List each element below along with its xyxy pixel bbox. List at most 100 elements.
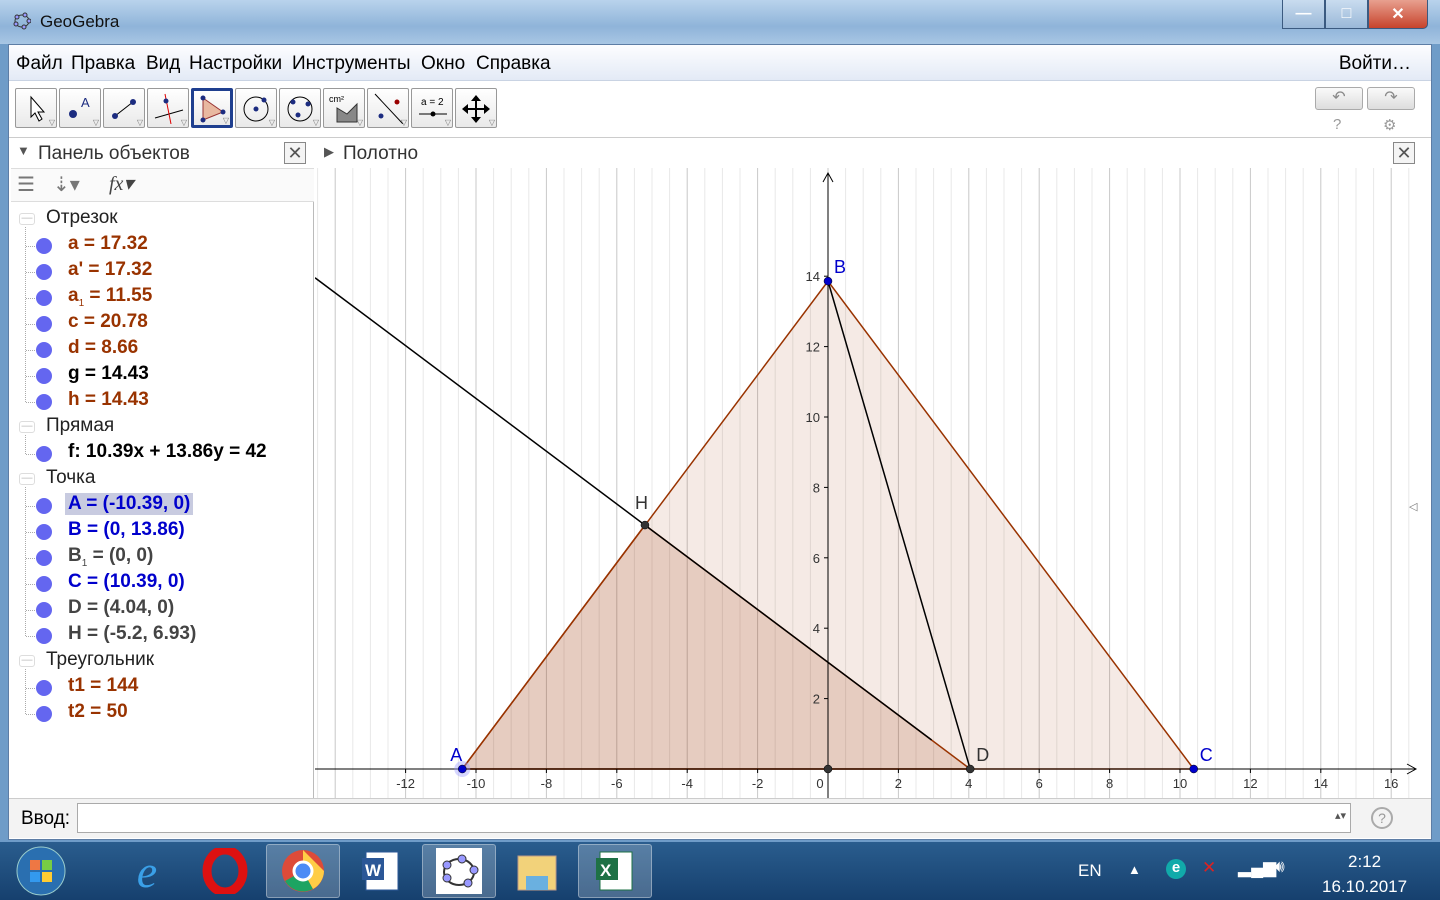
- undo-button[interactable]: ↶: [1315, 87, 1363, 110]
- history-arrows-icon[interactable]: ▴▾: [1335, 809, 1346, 822]
- visibility-toggle-icon[interactable]: [36, 264, 52, 280]
- tool-move-graphics[interactable]: ▽: [455, 88, 497, 128]
- collapse-minus-icon[interactable]: —: [19, 421, 35, 433]
- visibility-toggle-icon[interactable]: [36, 498, 52, 514]
- tool-circle-center[interactable]: ▽: [235, 88, 277, 128]
- object-definition[interactable]: d = 8.66: [65, 337, 141, 359]
- object-definition[interactable]: g = 14.43: [65, 363, 152, 385]
- tool-move[interactable]: ▽: [15, 88, 57, 128]
- taskbar-word[interactable]: W: [344, 844, 418, 898]
- point-B1[interactable]: [823, 764, 833, 774]
- clock-date[interactable]: 16.10.2017: [1322, 877, 1407, 897]
- visibility-toggle-icon[interactable]: [36, 368, 52, 384]
- group-header[interactable]: — Треугольник: [11, 649, 311, 675]
- minimize-button[interactable]: —: [1282, 0, 1325, 29]
- start-button[interactable]: [4, 844, 78, 898]
- collapse-minus-icon[interactable]: —: [19, 213, 35, 225]
- list-item[interactable]: B1 = (0, 0): [11, 545, 311, 571]
- list-item[interactable]: C = (10.39, 0): [11, 571, 311, 597]
- list-item[interactable]: A = (-10.39, 0): [11, 493, 311, 519]
- object-definition[interactable]: f: 10.39x + 13.86y = 42: [65, 441, 270, 463]
- tool-slider[interactable]: a = 2 ▽: [411, 88, 453, 128]
- list-item[interactable]: d = 8.66: [11, 337, 311, 363]
- login-link[interactable]: Войти…: [1339, 53, 1411, 75]
- graphics-canvas[interactable]: -12 -10 -8 -6 -4 -2 0 2 4 6 8 10 12 14 16 2 4 6 8 10 12 14 A B C…: [314, 140, 1419, 798]
- collapse-minus-icon[interactable]: —: [19, 655, 35, 667]
- algebra-close-button[interactable]: ✕: [284, 142, 306, 164]
- list-item[interactable]: a = 17.32: [11, 233, 311, 259]
- tool-perpendicular[interactable]: ▽: [147, 88, 189, 128]
- visibility-toggle-icon[interactable]: [36, 446, 52, 462]
- object-definition[interactable]: a' = 17.32: [65, 259, 155, 281]
- point-C[interactable]: [1189, 764, 1198, 774]
- object-definition[interactable]: B1 = (0, 0): [65, 545, 156, 569]
- taskbar-chrome[interactable]: [266, 844, 340, 898]
- list-item[interactable]: t2 = 50: [11, 701, 311, 727]
- list-item[interactable]: c = 20.78: [11, 311, 311, 337]
- visibility-toggle-icon[interactable]: [36, 602, 52, 618]
- collapse-minus-icon[interactable]: —: [19, 473, 35, 485]
- list-item[interactable]: t1 = 144: [11, 675, 311, 701]
- object-definition[interactable]: B = (0, 13.86): [65, 519, 188, 541]
- visibility-toggle-icon[interactable]: [36, 342, 52, 358]
- list-item[interactable]: D = (4.04, 0): [11, 597, 311, 623]
- menu-help[interactable]: Справка: [476, 53, 551, 75]
- help-icon[interactable]: ?: [1333, 116, 1341, 133]
- power-warning-icon[interactable]: ✕: [1202, 858, 1216, 878]
- object-definition[interactable]: D = (4.04, 0): [65, 597, 177, 619]
- tool-point[interactable]: A ▽: [59, 88, 101, 128]
- settings-gear-icon[interactable]: ⚙: [1383, 116, 1396, 134]
- input-help-icon[interactable]: ?: [1371, 807, 1393, 829]
- visibility-toggle-icon[interactable]: [36, 628, 52, 644]
- close-button[interactable]: ✕: [1368, 0, 1428, 29]
- object-definition[interactable]: h = 14.43: [65, 389, 152, 411]
- object-definition[interactable]: t1 = 144: [65, 675, 141, 697]
- tool-area[interactable]: cm² ▽: [323, 88, 365, 128]
- group-header[interactable]: — Точка: [11, 467, 311, 493]
- expand-triangle-icon[interactable]: ▶: [324, 144, 334, 160]
- maximize-button[interactable]: □: [1325, 0, 1368, 29]
- input-field[interactable]: [77, 803, 1351, 833]
- object-definition[interactable]: t2 = 50: [65, 701, 131, 723]
- visibility-toggle-icon[interactable]: [36, 394, 52, 410]
- list-item[interactable]: H = (-5.2, 6.93): [11, 623, 311, 649]
- visibility-toggle-icon[interactable]: [36, 524, 52, 540]
- taskbar-ie[interactable]: e: [110, 844, 184, 898]
- taskbar-geogebra[interactable]: [422, 844, 496, 898]
- point-H[interactable]: [640, 520, 650, 530]
- object-definition[interactable]: a = 17.32: [65, 233, 151, 255]
- tool-segment[interactable]: ▽: [103, 88, 145, 128]
- object-definition[interactable]: A = (-10.39, 0): [65, 493, 194, 515]
- show-hidden-icons[interactable]: ▲: [1128, 862, 1141, 877]
- tool-polygon[interactable]: ▽: [191, 88, 233, 128]
- taskbar-excel[interactable]: X: [578, 844, 652, 898]
- object-definition[interactable]: C = (10.39, 0): [65, 571, 188, 593]
- visibility-toggle-icon[interactable]: [36, 576, 52, 592]
- point-A[interactable]: [458, 764, 467, 774]
- group-header[interactable]: — Прямая: [11, 415, 311, 441]
- visibility-toggle-icon[interactable]: [36, 316, 52, 332]
- menu-window[interactable]: Окно: [421, 53, 465, 75]
- collapse-triangle-icon[interactable]: ▼: [17, 143, 30, 158]
- menu-file[interactable]: Файл: [16, 53, 63, 75]
- visibility-toggle-icon[interactable]: [36, 706, 52, 722]
- redo-button[interactable]: ↷: [1367, 87, 1415, 110]
- visibility-toggle-icon[interactable]: [36, 238, 52, 254]
- object-definition[interactable]: a1 = 11.55: [65, 285, 155, 309]
- toggle-auxiliary-icon[interactable]: ☰: [17, 172, 35, 197]
- visibility-toggle-icon[interactable]: [36, 550, 52, 566]
- visibility-toggle-icon[interactable]: [36, 680, 52, 696]
- list-item[interactable]: g = 14.43: [11, 363, 311, 389]
- antivirus-icon[interactable]: e: [1166, 859, 1186, 879]
- visibility-toggle-icon[interactable]: [36, 290, 52, 306]
- object-definition[interactable]: H = (-5.2, 6.93): [65, 623, 199, 645]
- taskbar-explorer[interactable]: [500, 844, 574, 898]
- sort-by-icon[interactable]: ⇣▾: [53, 172, 80, 197]
- clock-time[interactable]: 2:12: [1348, 852, 1381, 872]
- tool-reflect[interactable]: ▽: [367, 88, 409, 128]
- menu-edit[interactable]: Правка: [71, 53, 135, 75]
- object-definition[interactable]: c = 20.78: [65, 311, 151, 333]
- list-item[interactable]: B = (0, 13.86): [11, 519, 311, 545]
- point-D[interactable]: [965, 764, 975, 774]
- graphics-view[interactable]: -12 -10 -8 -6 -4 -2 0 2 4 6 8 10 12 14 16 2 4 6 8 10 12 14 A B C…: [314, 140, 1419, 798]
